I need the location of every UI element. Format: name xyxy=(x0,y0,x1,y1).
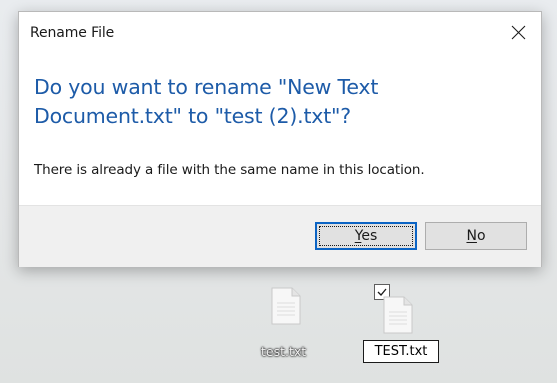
close-icon xyxy=(511,25,526,40)
text-file-icon[interactable] xyxy=(383,296,413,334)
text-file-icon[interactable] xyxy=(271,287,301,325)
dialog-message: There is already a file with the same na… xyxy=(34,162,425,178)
no-mnemonic: N xyxy=(466,228,477,244)
dialog-title-bar[interactable]: Rename File xyxy=(19,12,541,54)
yes-button[interactable]: Yes xyxy=(315,222,417,250)
dialog-instruction: Do you want to rename "New Text Document… xyxy=(34,75,379,128)
close-button[interactable] xyxy=(495,12,541,54)
rename-input[interactable] xyxy=(363,340,439,363)
no-button[interactable]: No xyxy=(425,222,527,250)
file-label: test.txt xyxy=(261,344,307,359)
no-label-rest: o xyxy=(476,228,486,244)
rename-file-dialog: Rename File Do you want to rename "New T… xyxy=(18,11,542,267)
dialog-button-bar: Yes No xyxy=(19,205,541,267)
yes-label-rest: es xyxy=(361,228,378,244)
dialog-title: Rename File xyxy=(30,25,115,41)
